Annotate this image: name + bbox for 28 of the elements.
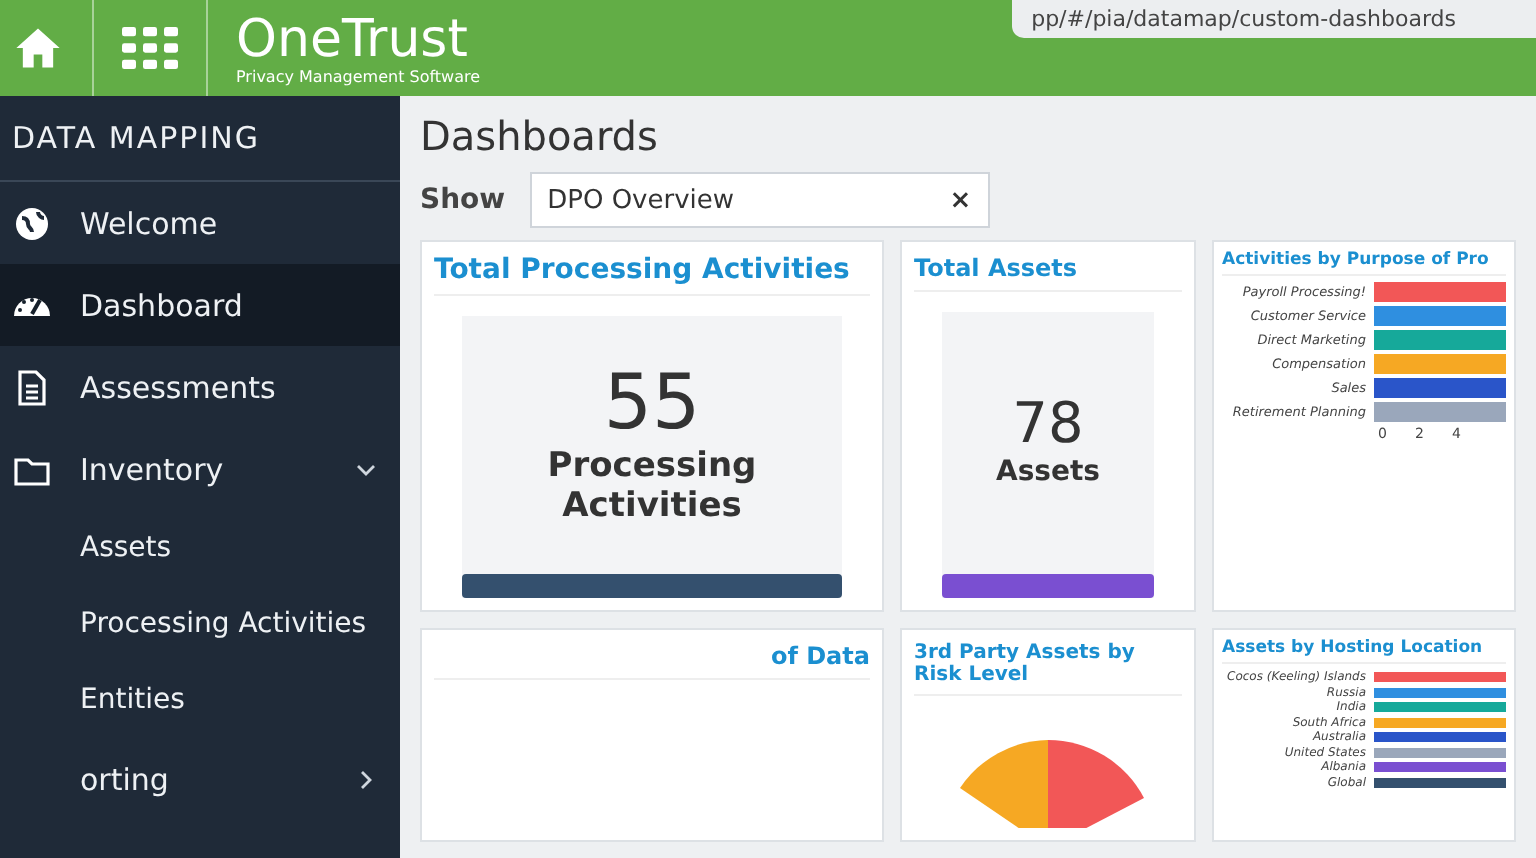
card-title: Activities by Purpose of Pro	[1222, 250, 1506, 276]
card-title: Assets by Hosting Location	[1222, 638, 1506, 664]
document-icon	[12, 367, 52, 407]
nav-item[interactable]: orting	[0, 738, 400, 820]
stat-value: 78	[1012, 390, 1084, 456]
card-title: of Data	[434, 642, 870, 680]
card-title: Total Processing Activities	[434, 254, 870, 296]
nav-item[interactable]: Welcome	[0, 182, 400, 264]
nav-item[interactable]: Assessments	[0, 346, 400, 428]
logo-tagline: Privacy Management Software	[236, 67, 481, 85]
dashboard-select[interactable]: DPO Overview ×	[529, 172, 990, 228]
card-title: 3rd Party Assets by Risk Level	[914, 642, 1182, 696]
nav-subitem[interactable]: Processing Activities	[0, 586, 400, 662]
grid-menu-icon[interactable]	[122, 26, 178, 70]
show-label: Show	[420, 184, 506, 216]
page-title: Dashboards	[420, 112, 660, 160]
logo-text: OneTrust	[236, 11, 470, 67]
stat-label: Assets	[993, 456, 1103, 488]
nav-item[interactable]: Inventory	[0, 428, 400, 510]
stat-label: Processing Activities	[545, 445, 759, 525]
globe-icon	[12, 203, 52, 243]
nav-subitem[interactable]: Entities	[0, 662, 400, 738]
card-title: Total Assets	[914, 254, 1182, 292]
nav-item[interactable]: Dashboard	[0, 264, 400, 346]
clear-button[interactable]: ×	[949, 185, 972, 215]
stat-value: 55	[603, 357, 701, 445]
address-bar[interactable]: pp/#/pia/datamap/custom-dashboards	[1011, 0, 1536, 38]
nav-subitem[interactable]: Assets	[0, 510, 400, 586]
